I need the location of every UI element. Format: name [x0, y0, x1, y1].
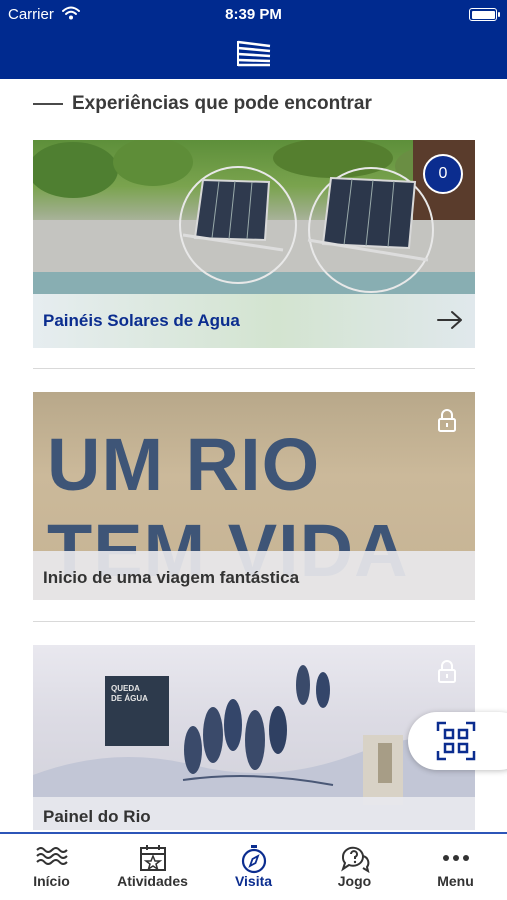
tab-atividades[interactable]: Atividades	[102, 834, 203, 900]
compass-icon	[203, 844, 304, 874]
card-title: Painel do Rio	[43, 807, 151, 826]
qr-scan-button[interactable]	[408, 712, 507, 770]
sign-text: QUEDA DE ÁGUA	[111, 684, 148, 703]
card-title: Painéis Solares de Agua	[43, 311, 240, 330]
tab-label: Menu	[437, 873, 474, 889]
nav-bar	[0, 30, 507, 79]
tab-menu[interactable]: Menu	[405, 834, 506, 900]
tab-label: Atividades	[117, 873, 188, 889]
battery-icon	[469, 8, 500, 21]
status-bar: Carrier 8:39 PM	[0, 0, 507, 30]
tab-label: Visita	[234, 873, 273, 889]
section-title: Experiências que pode encontrar	[72, 93, 372, 114]
lock-icon	[437, 659, 457, 688]
tab-inicio[interactable]: Início	[1, 834, 102, 900]
status-time: 8:39 PM	[225, 6, 282, 23]
section-dash	[33, 103, 63, 105]
card-divider	[33, 621, 475, 622]
card-caption: Painel do Rio	[33, 797, 475, 830]
waves-icon	[1, 844, 102, 872]
card-caption: Inicio de uma viagem fantástica	[33, 551, 475, 600]
tab-bar: Início Atividades Visita Jogo Menu	[0, 832, 507, 900]
tab-jogo[interactable]: Jogo	[304, 834, 405, 900]
tab-label: Início	[33, 873, 70, 889]
tab-visita[interactable]: Visita	[203, 834, 304, 900]
more-dots-icon	[405, 844, 506, 872]
calendar-star-icon	[102, 844, 203, 872]
card-title: Inicio de uma viagem fantástica	[43, 568, 300, 587]
app-logo-icon	[236, 39, 272, 72]
chat-question-icon	[304, 844, 405, 874]
queda-de-agua-sign: QUEDA DE ÁGUA	[105, 676, 169, 746]
arrow-right-icon[interactable]	[437, 310, 463, 335]
tab-label: Jogo	[337, 873, 372, 889]
section-header: Experiências que pode encontrar	[33, 92, 372, 116]
solar-panels-photo	[33, 140, 475, 294]
qr-code-icon	[436, 721, 476, 761]
card-divider	[33, 368, 475, 369]
experience-card-viagem[interactable]: UM RIO TEM VIDA Inicio de uma viagem fan…	[33, 392, 475, 600]
experience-card-solar[interactable]: 0 Painéis Solares de Agua	[33, 140, 475, 348]
lock-icon	[437, 408, 457, 437]
card-caption: Painéis Solares de Agua	[33, 294, 475, 348]
experience-count-badge: 0	[423, 154, 463, 194]
